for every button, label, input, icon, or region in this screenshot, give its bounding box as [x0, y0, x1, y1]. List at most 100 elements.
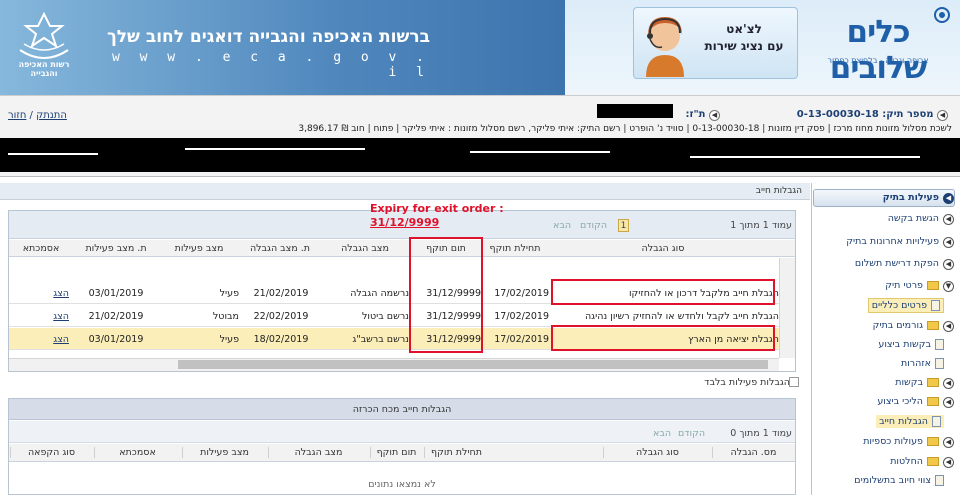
horizontal-scroll-thumb[interactable]: [178, 360, 768, 369]
sidebar-item-financial-actions[interactable]: ◀ פעולות כספיות: [863, 436, 954, 448]
sidebar-item-label: הגבלות חייב: [879, 416, 928, 427]
cell-activity-date: 21/02/2019: [88, 311, 144, 322]
no-data-message: לא נמצאו נתונים: [368, 479, 436, 490]
pane2-col-activity[interactable]: מצב פעילות: [182, 447, 266, 458]
pager-current-page[interactable]: 1: [618, 219, 629, 232]
authority-banner[interactable]: [0, 0, 565, 95]
id-label: ת"ז:: [685, 109, 706, 120]
arrow-icon: ◀: [943, 437, 954, 448]
sidebar-header-label[interactable]: ◀ פעילות בתיק: [883, 192, 954, 204]
document-icon: [935, 339, 944, 350]
back-link[interactable]: חזור: [8, 110, 26, 121]
pane2-col-freeze-type[interactable]: סוג הקפאה: [10, 447, 92, 458]
id-expand-icon[interactable]: ◀: [709, 110, 720, 121]
banner-url: w w w . e c a . g o v . i l: [111, 50, 430, 80]
col-header-status[interactable]: מצב הגבלה: [322, 243, 408, 254]
sidebar-item-debtor-restrictions[interactable]: הגבלות חייב: [876, 415, 944, 428]
sidebar-item-payment-orders[interactable]: צווי חיוב בתשלומים: [854, 475, 944, 486]
pager-next[interactable]: הבא: [553, 220, 571, 231]
document-icon: [932, 416, 941, 427]
sidebar-item-recent-activities[interactable]: ◀ פעילויות אחרונות בתיק: [846, 236, 954, 248]
annotation-box-row1: [551, 279, 775, 305]
cell-status: נרשמה הגבלה: [350, 288, 409, 299]
page-title: הגבלות חייב: [755, 186, 802, 196]
support-agent-icon: [646, 17, 684, 77]
redaction-mark: [470, 151, 610, 153]
sidebar-item-label: פרטי תיק: [885, 280, 923, 291]
expand-icon: ▼: [943, 281, 954, 292]
pane2-pager-page-of: עמוד 1 מתוך 0: [730, 428, 792, 439]
sidebar-item-label: פעולות כספיות: [863, 436, 923, 447]
document-icon: [935, 475, 944, 486]
pane2-col-type[interactable]: סוג הגבלה: [603, 447, 711, 458]
sidebar-item-requests[interactable]: ◀ בקשות: [895, 377, 954, 389]
annotation-value: 31/12/9999: [370, 216, 440, 229]
redaction-mark: [185, 148, 365, 150]
brand-subtitle: אכיפה וגבייה - בלחיצת כפתור: [827, 56, 929, 65]
only-active-label: הגבלות פעילות בלבד: [704, 377, 790, 388]
sidebar-item-submit-request[interactable]: ◀ הגשת בקשה: [888, 213, 954, 225]
col-header-ref[interactable]: אסמכתא: [10, 243, 72, 254]
folder-icon: [927, 321, 939, 330]
col-header-start[interactable]: תחילת תוקף: [483, 243, 547, 254]
sidebar-item-general-details[interactable]: פרטים כלליים: [867, 298, 944, 313]
annotation-title: Expiry for exit order :: [370, 202, 504, 215]
sidebar-item-label: בקשות: [895, 377, 923, 388]
view-link[interactable]: הצג: [45, 288, 69, 299]
sidebar-item-execution-proceedings[interactable]: ◀ הליכי ביצוע: [877, 396, 954, 408]
arrow-icon: ◀: [943, 259, 954, 270]
sidebar-item-execution-requests[interactable]: בקשות ביצוע: [878, 339, 944, 350]
folder-icon: [927, 397, 939, 406]
pane2-title: הגבלות חייב מכח הכרזה: [352, 404, 452, 415]
pane2-col-restriction-no[interactable]: מס. הגבלה: [712, 447, 794, 458]
pane2-pager-prev[interactable]: הקודם: [678, 428, 705, 439]
pane2-pager-next[interactable]: הבא: [653, 428, 671, 439]
folder-icon: [927, 281, 939, 290]
sidebar-item-parties[interactable]: ◀ גורמים בתיק: [873, 320, 954, 332]
pager-page-of: עמוד 1 מתוך 1: [730, 220, 792, 231]
sidebar-item-decisions[interactable]: ◀ החלטות: [890, 456, 954, 468]
arrow-icon: ◀: [943, 321, 954, 332]
sidebar-item-label: פרטים כלליים: [871, 300, 927, 311]
pane2-col-start[interactable]: תחילת תוקף: [424, 447, 488, 458]
cell-start: 17/02/2019: [494, 311, 549, 322]
table-row[interactable]: הגבלת חייב לקבל ולחדש או להחזיק רשיון נה…: [9, 305, 779, 327]
document-icon: [931, 300, 940, 311]
brand-name: כלים שלובים: [829, 14, 928, 86]
only-active-checkbox[interactable]: [789, 377, 799, 387]
authority-logo-text: רשות האכיפה והגבייה: [18, 60, 70, 78]
id-field: ◀ ת"ז:: [560, 109, 720, 121]
cell-activity: מבוטל: [212, 311, 239, 322]
sidebar-item-payment-demand[interactable]: ◀ הפקת דרישת תשלום: [855, 258, 954, 270]
nav-links: התנתק / חזור: [8, 110, 67, 121]
collapse-icon: ◀: [943, 193, 954, 204]
sidebar-item-warnings[interactable]: אזהרות: [901, 358, 944, 369]
sidebar-item-label: פעילויות אחרונות בתיק: [846, 236, 939, 247]
document-icon: [935, 358, 944, 369]
pager-prev[interactable]: הקודם: [580, 220, 607, 231]
view-link[interactable]: הצג: [45, 334, 69, 345]
folder-icon: [927, 378, 939, 387]
logout-link[interactable]: התנתק: [36, 110, 67, 121]
sidebar-item-case-details[interactable]: ▼ פרטי תיק: [885, 280, 954, 292]
cell-start: 17/02/2019: [494, 334, 549, 345]
case-number-text: מספר תיק: 0-13-00030-18: [796, 109, 934, 120]
pane2-col-end[interactable]: תום תוקף: [370, 447, 422, 458]
case-number-expand-icon[interactable]: ◀: [937, 110, 948, 121]
pane2-col-ref[interactable]: אסמכתא: [94, 447, 180, 458]
pane2-col-status[interactable]: מצב הגבלה: [268, 447, 368, 458]
arrow-icon: ◀: [943, 237, 954, 248]
col-header-status-date[interactable]: ת. מצב הגבלה: [240, 243, 320, 254]
annotation-box-expiry-column: [409, 237, 483, 353]
cell-activity-date: 03/01/2019: [88, 288, 144, 299]
col-header-type[interactable]: סוג הגבלה: [548, 243, 778, 254]
cell-status-date: 22/02/2019: [253, 311, 309, 322]
cell-status-date: 21/02/2019: [253, 288, 309, 299]
vertical-scrollbar[interactable]: [779, 258, 795, 358]
sidebar-item-label: הפקת דרישת תשלום: [854, 258, 939, 269]
chat-label-line1: לצ'אט: [726, 22, 762, 36]
view-link[interactable]: הצג: [45, 311, 69, 322]
col-header-activity[interactable]: מצב פעילות: [160, 243, 238, 254]
cell-status: נרשם ביטול: [362, 311, 409, 322]
col-header-activity-date[interactable]: ת. מצב פעילות: [73, 243, 159, 254]
